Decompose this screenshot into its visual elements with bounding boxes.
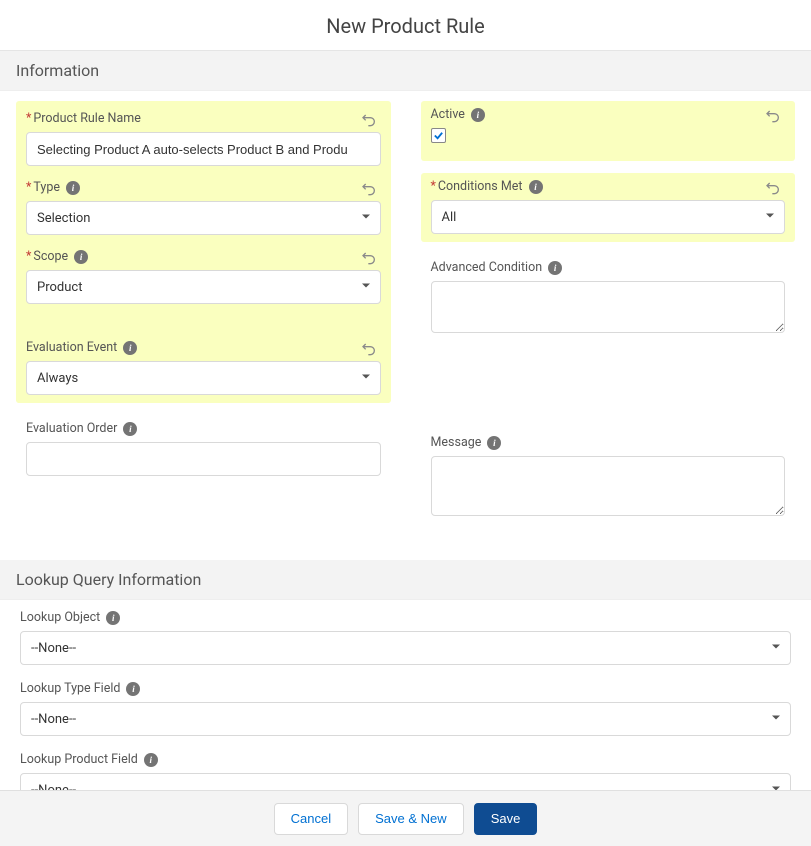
conditions-met-label: Conditions Met (438, 179, 523, 194)
lookup-object-select[interactable]: --None-- (20, 631, 791, 665)
info-icon[interactable]: i (144, 753, 158, 767)
undo-icon[interactable] (361, 180, 377, 200)
information-left-column: *Product Rule Name *Type i (16, 101, 391, 528)
undo-icon[interactable] (361, 249, 377, 269)
lookup-type-field-label: Lookup Type Field (20, 681, 120, 696)
info-icon[interactable]: i (74, 250, 88, 264)
type-select[interactable]: Selection (26, 201, 381, 235)
evaluation-order-input[interactable] (26, 442, 381, 476)
product-rule-name-label: Product Rule Name (33, 111, 140, 126)
evaluation-order-label: Evaluation Order (26, 421, 117, 436)
field-active: Active i (421, 101, 796, 161)
type-label: Type (33, 180, 60, 195)
save-and-new-button[interactable]: Save & New (358, 803, 464, 835)
field-lookup-type: Lookup Type Field i --None-- (20, 681, 791, 736)
info-icon[interactable]: i (471, 108, 485, 122)
undo-icon[interactable] (361, 111, 377, 131)
message-label: Message (431, 435, 482, 450)
save-button[interactable]: Save (474, 803, 538, 835)
field-lookup-product: Lookup Product Field i --None-- (20, 752, 791, 791)
scope-select[interactable]: Product (26, 270, 381, 304)
page-title: New Product Rule (0, 0, 811, 51)
evaluation-event-label: Evaluation Event (26, 340, 117, 355)
undo-icon[interactable] (765, 179, 781, 199)
info-icon[interactable]: i (66, 181, 80, 195)
active-label: Active (431, 107, 465, 122)
field-advanced-condition: Advanced Condition i (421, 254, 796, 345)
undo-icon[interactable] (765, 107, 781, 127)
lookup-object-label: Lookup Object (20, 610, 100, 625)
lookup-product-field-select[interactable]: --None-- (20, 773, 791, 791)
info-icon[interactable]: i (123, 422, 137, 436)
conditions-met-select[interactable]: All (431, 200, 786, 234)
field-product-rule-name: *Product Rule Name (16, 105, 391, 174)
scope-label: Scope (33, 249, 68, 264)
info-icon[interactable]: i (548, 261, 562, 275)
field-type: *Type i Selection (16, 174, 391, 243)
information-right-column: Active i *Conditions Met i (421, 101, 796, 528)
field-scope: *Scope i Product (16, 243, 391, 334)
product-rule-name-input[interactable] (26, 132, 381, 166)
advanced-condition-label: Advanced Condition (431, 260, 543, 275)
advanced-condition-textarea[interactable] (431, 281, 786, 333)
field-message: Message i (421, 429, 796, 528)
info-icon[interactable]: i (126, 682, 140, 696)
footer-bar: Cancel Save & New Save (0, 790, 811, 846)
lookup-product-field-label: Lookup Product Field (20, 752, 138, 767)
lookup-type-field-select[interactable]: --None-- (20, 702, 791, 736)
cancel-button[interactable]: Cancel (274, 803, 348, 835)
field-lookup-object: Lookup Object i --None-- (20, 610, 791, 665)
undo-icon[interactable] (361, 340, 377, 360)
message-textarea[interactable] (431, 456, 786, 516)
evaluation-event-select[interactable]: Always (26, 361, 381, 395)
field-evaluation-order: Evaluation Order i (16, 415, 391, 484)
section-lookup-header: Lookup Query Information (0, 560, 811, 600)
active-checkbox[interactable] (431, 128, 446, 143)
field-evaluation-event: Evaluation Event i Always (16, 334, 391, 403)
info-icon[interactable]: i (106, 611, 120, 625)
info-icon[interactable]: i (487, 436, 501, 450)
info-icon[interactable]: i (123, 341, 137, 355)
section-information-header: Information (0, 51, 811, 91)
field-conditions-met: *Conditions Met i All (421, 173, 796, 242)
info-icon[interactable]: i (529, 180, 543, 194)
